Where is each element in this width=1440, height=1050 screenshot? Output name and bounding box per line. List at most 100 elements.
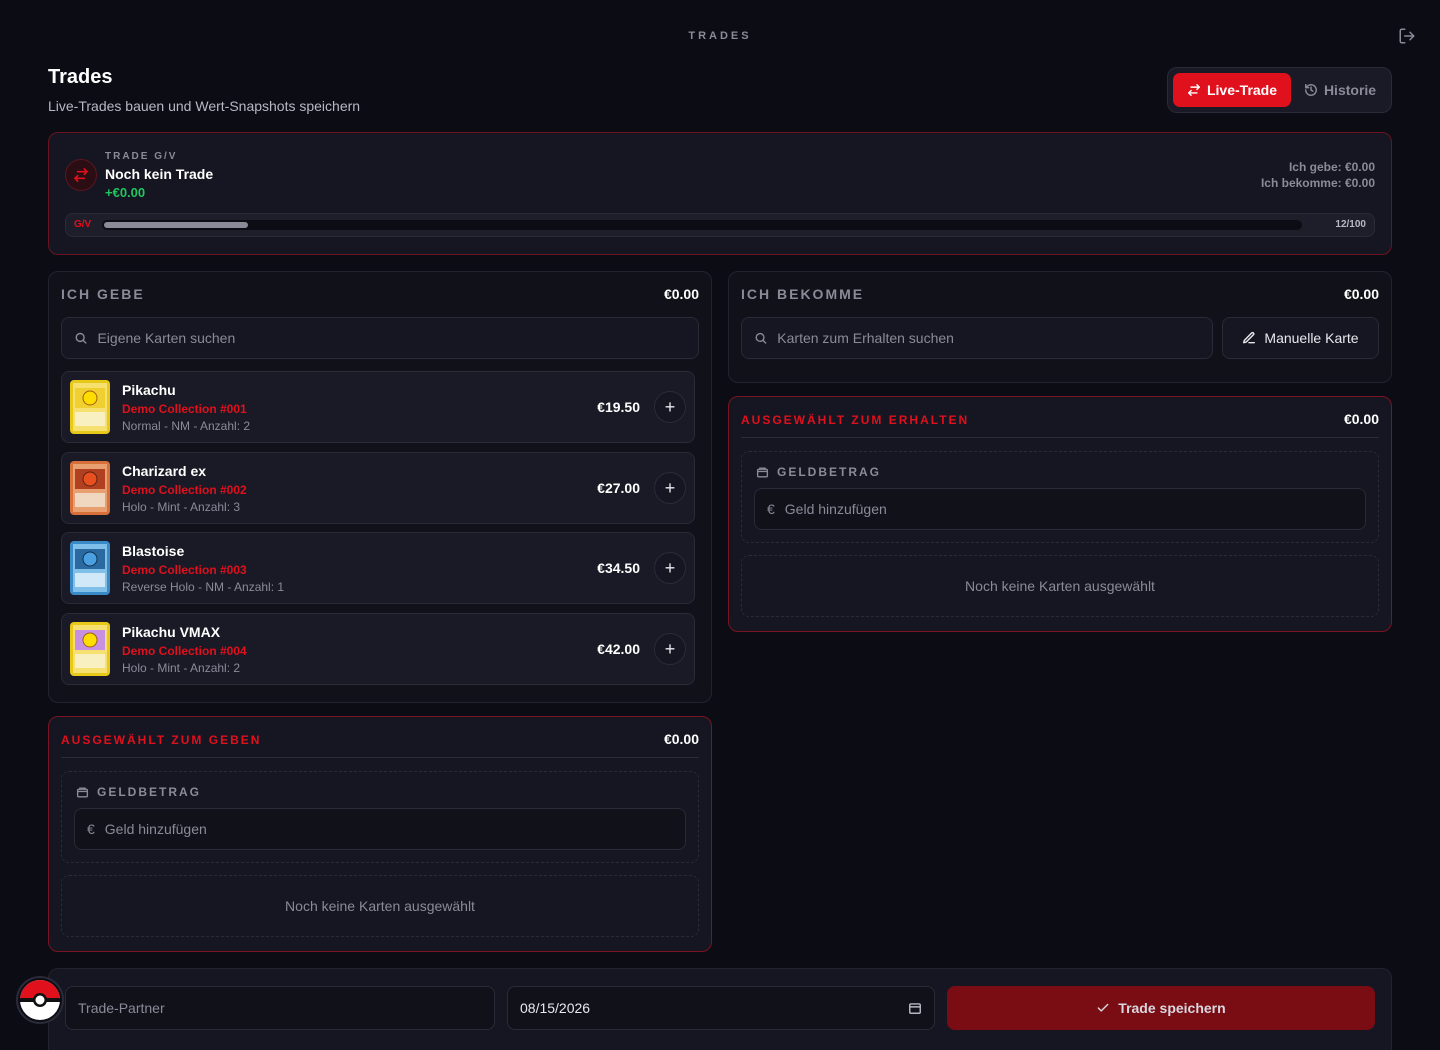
save-bar: 08/15/2026 Trade speichern (48, 968, 1392, 1050)
card-name: Pikachu VMAX (122, 624, 221, 640)
gv-progress: G/V 12/100 (65, 213, 1375, 237)
gv-value: +€0.00 (105, 185, 146, 200)
empty-state: Noch keine Karten ausgewählt (61, 875, 699, 937)
tab-live-trade[interactable]: Live-Trade (1173, 73, 1291, 107)
topbar-title: TRADES (688, 30, 752, 42)
selected-get-panel: AUSGEWÄHLT ZUM ERHALTEN €0.00 GELDBETRAG… (728, 396, 1392, 632)
gv-bar-label: G/V (74, 219, 92, 230)
card-name: Blastoise (122, 543, 185, 559)
calendar-icon[interactable] (908, 1001, 922, 1015)
euro-icon: € (87, 821, 95, 837)
money-label: GELDBETRAG (777, 465, 881, 479)
money-input-field[interactable]: € (74, 808, 686, 850)
empty-state: Noch keine Karten ausgewählt (741, 555, 1379, 617)
selected-get-total: €0.00 (1343, 411, 1379, 427)
tab-history[interactable]: Historie (1294, 73, 1386, 107)
card-thumbnail (70, 461, 110, 515)
card-meta: Holo - Mint - Anzahl: 3 (122, 500, 241, 514)
tab-history-label: Historie (1323, 82, 1377, 98)
selected-get-heading: AUSGEWÄHLT ZUM ERHALTEN (741, 413, 970, 427)
plus-icon: + (664, 638, 676, 659)
gv-kicker: TRADE G/V (105, 151, 178, 162)
give-heading: ICH GEBE (61, 286, 145, 302)
card-thumbnail (70, 541, 110, 595)
card-thumbnail (70, 380, 110, 434)
add-card-button[interactable]: + (654, 472, 686, 504)
plus-icon: + (664, 396, 676, 417)
money-input[interactable] (784, 501, 1365, 517)
gv-summary: Ich gebe: €0.00 Ich bekomme: €0.00 (1261, 159, 1375, 191)
card-collection: Demo Collection #001 (122, 402, 247, 416)
card-row[interactable]: Pikachu Demo Collection #001 Normal - NM… (61, 371, 695, 443)
money-label: GELDBETRAG (97, 785, 201, 799)
money-section: GELDBETRAG € (741, 451, 1379, 543)
get-search[interactable] (741, 317, 1213, 359)
selected-give-total: €0.00 (663, 731, 699, 747)
save-trade-label: Trade speichern (1118, 1000, 1226, 1016)
wallet-icon (76, 786, 89, 798)
manual-card-button[interactable]: Manuelle Karte (1222, 317, 1379, 359)
get-total: €0.00 (1343, 286, 1379, 302)
money-input[interactable] (104, 821, 685, 837)
card-name: Charizard ex (122, 463, 207, 479)
page-subtitle: Live-Trades bauen und Wert-Snapshots spe… (48, 98, 361, 114)
tab-live-label: Live-Trade (1206, 82, 1278, 98)
history-icon (1304, 84, 1317, 96)
add-card-button[interactable]: + (654, 552, 686, 584)
date-value: 08/15/2026 (520, 1000, 591, 1016)
money-input-field[interactable]: € (754, 488, 1366, 530)
manual-card-label: Manuelle Karte (1264, 330, 1359, 346)
pencil-icon (1243, 331, 1256, 344)
money-label-row: GELDBETRAG (756, 465, 881, 479)
euro-icon: € (767, 501, 775, 517)
give-total: €0.00 (663, 286, 699, 302)
card-row[interactable]: Pikachu VMAX Demo Collection #004 Holo -… (61, 613, 695, 685)
card-row[interactable]: Charizard ex Demo Collection #002 Holo -… (61, 452, 695, 524)
gv-panel: TRADE G/V Noch kein Trade +€0.00 Ich geb… (48, 132, 1392, 255)
trade-swap-icon (65, 159, 97, 191)
get-panel: ICH BEKOMME €0.00 Manuelle Karte (728, 271, 1392, 383)
give-panel: ICH GEBE €0.00 Pikachu Demo Collection #… (48, 271, 712, 703)
mode-tabs: Live-Trade Historie (1167, 67, 1392, 113)
pokeball-icon[interactable] (16, 976, 64, 1024)
gv-bar-fill (104, 222, 248, 228)
card-meta: Holo - Mint - Anzahl: 2 (122, 661, 241, 675)
add-card-button[interactable]: + (654, 391, 686, 423)
trade-partner-input[interactable] (78, 1000, 482, 1016)
card-meta: Normal - NM - Anzahl: 2 (122, 419, 251, 433)
trade-partner-field[interactable] (65, 986, 495, 1030)
add-card-button[interactable]: + (654, 633, 686, 665)
search-icon (755, 332, 767, 344)
card-row[interactable]: Blastoise Demo Collection #003 Reverse H… (61, 532, 695, 604)
page-title: Trades (48, 66, 113, 88)
gv-bar-count: 12/100 (1335, 219, 1366, 230)
give-search-input[interactable] (97, 330, 698, 346)
check-icon (1097, 1003, 1109, 1012)
selected-give-panel: AUSGEWÄHLT ZUM GEBEN €0.00 GELDBETRAG € … (48, 716, 712, 952)
card-price: €27.00 (597, 480, 640, 496)
gv-give-summary: Ich gebe: €0.00 (1288, 160, 1375, 174)
card-collection: Demo Collection #003 (122, 563, 247, 577)
gv-bar-track (102, 220, 1302, 230)
card-thumbnail (70, 622, 110, 676)
logout-icon[interactable] (1398, 27, 1416, 45)
give-search[interactable] (61, 317, 699, 359)
card-collection: Demo Collection #004 (122, 644, 247, 658)
get-search-input[interactable] (777, 330, 1212, 346)
gv-get-summary: Ich bekomme: €0.00 (1260, 176, 1375, 190)
card-meta: Reverse Holo - NM - Anzahl: 1 (122, 580, 285, 594)
date-field[interactable]: 08/15/2026 (507, 986, 935, 1030)
money-section: GELDBETRAG € (61, 771, 699, 863)
get-heading: ICH BEKOMME (741, 286, 865, 302)
search-icon (75, 332, 87, 344)
selected-give-heading: AUSGEWÄHLT ZUM GEBEN (61, 733, 262, 747)
save-trade-button[interactable]: Trade speichern (947, 986, 1375, 1030)
swap-icon (1188, 84, 1200, 96)
divider (61, 757, 699, 758)
plus-icon: + (664, 557, 676, 578)
card-price: €42.00 (597, 641, 640, 657)
gv-title: Noch kein Trade (105, 166, 214, 182)
plus-icon: + (664, 477, 676, 498)
wallet-icon (756, 466, 769, 478)
card-collection: Demo Collection #002 (122, 483, 247, 497)
